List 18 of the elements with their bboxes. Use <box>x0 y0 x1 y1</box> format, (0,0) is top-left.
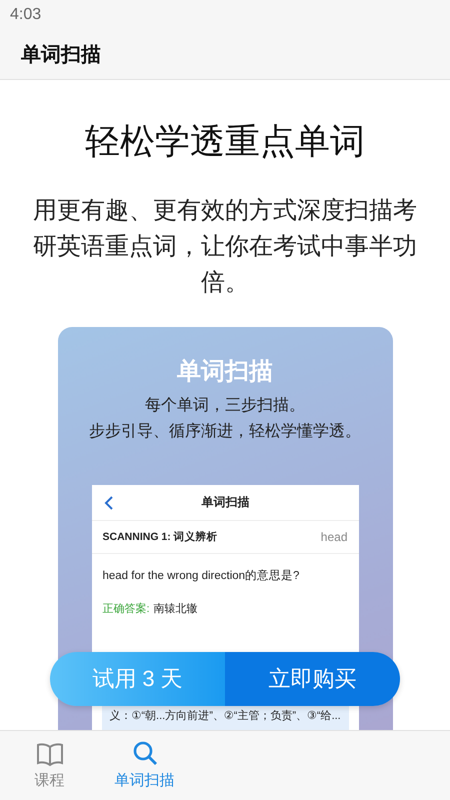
preview-title: 单词扫描 <box>202 494 250 511</box>
section-label: SCANNING 1: 词义辨析 <box>102 530 218 544</box>
hero-heading: 轻松学透重点单词 <box>84 121 366 163</box>
tab-item[interactable]: 课程 <box>2 731 97 800</box>
back-icon <box>104 496 114 510</box>
hero-description: 用更有趣、更有效的方式深度扫描考研英语重点词，让你在考试中事半功倍。 <box>32 196 418 298</box>
buy-button[interactable]: 立即购买 <box>225 652 400 706</box>
card-subtitle: 每个单词，三步扫描。 <box>144 396 306 416</box>
word-label: head <box>320 530 348 544</box>
tab-item[interactable]: 单词扫描 <box>97 731 192 800</box>
page-title: 单词扫描 <box>21 43 101 68</box>
answer-label: 正确答案: <box>102 603 150 615</box>
status-time: 4:03 <box>10 6 42 24</box>
trial-button[interactable]: 试用 3 天 <box>50 652 225 706</box>
question-text: head for the wrong direction的意思是? <box>102 570 300 582</box>
card-title: 单词扫描 <box>176 357 274 387</box>
card-subtitle: 步步引导、循序渐进，轻松学懂学透。 <box>88 422 362 442</box>
answer-text: 南辕北辙 <box>154 603 198 615</box>
